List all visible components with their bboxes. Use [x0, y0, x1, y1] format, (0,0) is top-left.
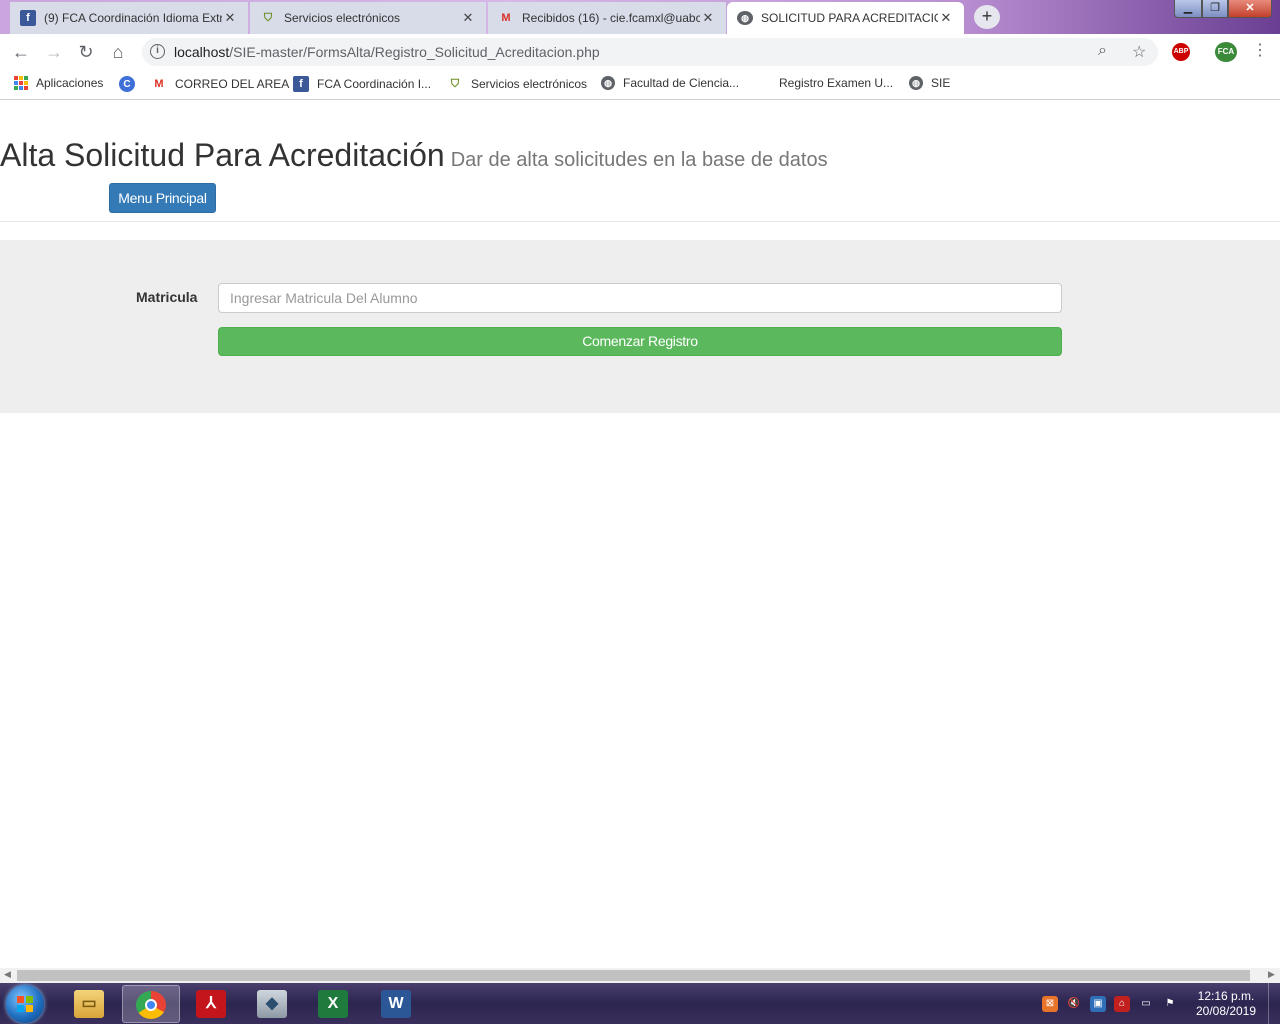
gmail-icon: M: [154, 78, 164, 90]
tab-title: Recibidos (16) - cie.fcamxl@uabc.edu.mx: [522, 11, 700, 25]
forward-arrow-icon[interactable]: →: [42, 40, 66, 64]
browser-menu-icon[interactable]: ⋮: [1252, 40, 1268, 60]
display-tray-icon[interactable]: ▭: [1138, 996, 1154, 1012]
scroll-right-arrow-icon[interactable]: ▶: [1268, 969, 1275, 980]
folder-icon: ▭: [74, 990, 104, 1018]
url-text[interactable]: localhost/SIE-master/FormsAlta/Registro_…: [174, 44, 600, 60]
pdf-icon: ⅄: [196, 990, 226, 1018]
page-title-text: Alta Solicitud Para Acreditación: [0, 137, 445, 173]
browser-tab-strip: f (9) FCA Coordinación Idioma Extranjero…: [0, 0, 1280, 34]
fca-profile-icon[interactable]: FCA: [1215, 42, 1237, 62]
page-header: Alta Solicitud Para Acreditación Dar de a…: [0, 101, 1280, 222]
excel-icon: X: [318, 990, 348, 1018]
bookmark-label: Registro Examen U...: [779, 76, 894, 90]
taskbar-installer[interactable]: ◆: [244, 985, 302, 1023]
chrome-icon: [136, 991, 166, 1019]
bookmark-servicios-electronicos[interactable]: ⛉ Servicios electrónicos: [447, 76, 587, 92]
matricula-input[interactable]: [218, 283, 1062, 313]
network-tray-icon[interactable]: ▣: [1090, 996, 1106, 1012]
tab-solicitud-acreditacion[interactable]: ◍ SOLICITUD PARA ACREDITACION ✕: [727, 2, 964, 34]
taskbar-chrome[interactable]: [122, 985, 180, 1023]
address-bar[interactable]: i localhost/SIE-master/FormsAlta/Registr…: [142, 38, 1158, 66]
star-icon[interactable]: ☆: [1132, 42, 1146, 62]
bookmarks-bar: Aplicaciones C M CORREO DEL AREA f FCA C…: [0, 70, 1280, 100]
clock-time: 12:16 p.m.: [1197, 989, 1255, 1003]
apps-grid-icon: [14, 76, 28, 90]
c-circle-icon: C: [119, 76, 135, 92]
tab-facebook-fca[interactable]: f (9) FCA Coordinación Idioma Extranjero…: [10, 2, 248, 34]
page-subtitle: Dar de alta solicitudes en la base de da…: [450, 149, 828, 171]
facebook-icon: f: [293, 76, 309, 92]
scrollbar-thumb[interactable]: [17, 970, 1250, 981]
system-clock[interactable]: 12:16 p.m. 20/08/2019: [1188, 989, 1264, 1019]
tab-title: (9) FCA Coordinación Idioma Extranjero: [44, 11, 222, 25]
taskbar-word[interactable]: W: [368, 985, 426, 1023]
globe-icon: ◍: [737, 11, 753, 25]
taskbar-acrobat[interactable]: ⅄: [183, 985, 241, 1023]
bookmark-label: CORREO DEL AREA: [175, 77, 290, 91]
info-icon[interactable]: i: [150, 44, 165, 59]
minimize-button[interactable]: ▁: [1174, 0, 1202, 18]
menu-principal-button[interactable]: Menu Principal: [109, 183, 216, 213]
taskbar-explorer[interactable]: ▭: [61, 985, 119, 1023]
taskbar-excel[interactable]: X: [305, 985, 363, 1023]
action-center-flag-icon[interactable]: ⚑: [1162, 996, 1178, 1012]
home-icon[interactable]: ⌂: [106, 40, 130, 64]
bookmark-label: FCA Coordinación I...: [317, 77, 432, 91]
bookmark-label: Servicios electrónicos: [471, 77, 588, 91]
tab-title: Servicios electrónicos: [284, 11, 401, 25]
page-title: Alta Solicitud Para Acreditación Dar de a…: [0, 137, 828, 174]
globe-icon: ◍: [909, 76, 923, 90]
bookmark-sie[interactable]: ◍ SIE: [909, 76, 950, 90]
tab-title: SOLICITUD PARA ACREDITACION: [761, 11, 938, 25]
adblock-extension-icon[interactable]: ABP: [1172, 43, 1190, 61]
back-arrow-icon[interactable]: ←: [9, 40, 33, 64]
reload-icon[interactable]: ↻: [74, 40, 98, 64]
url-path: /SIE-master/FormsAlta/Registro_Solicitud…: [229, 44, 600, 60]
bookmark-fca-coordinacion[interactable]: f FCA Coordinación I...: [293, 76, 431, 92]
antivirus-tray-icon[interactable]: ⌂: [1114, 996, 1130, 1012]
bookmark-c[interactable]: C: [119, 76, 143, 92]
globe-icon: ◍: [601, 76, 615, 90]
clock-date: 20/08/2019: [1195, 1004, 1257, 1018]
scroll-left-arrow-icon[interactable]: ◀: [4, 969, 11, 980]
facebook-icon: f: [20, 10, 36, 26]
bookmark-facultad-de-ciencia[interactable]: ◍ Facultad de Ciencia...: [601, 76, 739, 90]
close-icon[interactable]: ✕: [700, 10, 716, 26]
tab-gmail[interactable]: M Recibidos (16) - cie.fcamxl@uabc.edu.m…: [488, 2, 726, 34]
matricula-label: Matricula: [136, 289, 198, 305]
url-host: localhost: [174, 44, 230, 60]
window-close-button[interactable]: ✕: [1228, 0, 1272, 18]
show-desktop-button[interactable]: [1268, 983, 1280, 1024]
bookmark-label: Facultad de Ciencia...: [623, 76, 740, 90]
windows-logo-icon: [17, 996, 33, 1012]
close-icon[interactable]: ✕: [222, 10, 238, 26]
bookmark-aplicaciones[interactable]: Aplicaciones: [14, 76, 103, 90]
zoom-icon[interactable]: ⌕: [1098, 42, 1107, 60]
registration-form: Matricula Comenzar Registro: [0, 240, 1280, 413]
shield-icon: ⛉: [263, 11, 273, 24]
gmail-icon: M: [501, 12, 511, 24]
installer-icon: ◆: [257, 990, 287, 1018]
windows-taskbar: ▭ ⅄ ◆ X W ⊠ 🔇 ▣ ⌂ ▭ ⚑ 12:16 p.m. 20/08/2…: [0, 983, 1280, 1024]
maximize-button[interactable]: ❐: [1202, 0, 1228, 18]
bookmark-label: Aplicaciones: [36, 76, 104, 90]
new-tab-button[interactable]: +: [974, 5, 1000, 29]
close-icon[interactable]: ✕: [938, 10, 954, 26]
comenzar-registro-button[interactable]: Comenzar Registro: [218, 327, 1062, 356]
word-icon: W: [381, 990, 411, 1018]
close-icon[interactable]: ✕: [460, 10, 476, 26]
bookmark-label: SIE: [931, 76, 951, 90]
browser-toolbar: ← → ↻ ⌂ i localhost/SIE-master/FormsAlta…: [0, 34, 1280, 70]
shield-icon: ⛉: [450, 77, 460, 90]
bookmark-correo-del-area[interactable]: M CORREO DEL AREA: [151, 76, 289, 92]
xampp-tray-icon[interactable]: ⊠: [1042, 996, 1058, 1012]
bookmark-registro-examen[interactable]: Registro Examen U...: [779, 76, 893, 90]
tab-servicios-electronicos[interactable]: ⛉ Servicios electrónicos ✕: [250, 2, 486, 34]
volume-muted-icon[interactable]: 🔇: [1066, 996, 1082, 1012]
horizontal-scrollbar[interactable]: ◀ ▶: [0, 968, 1280, 983]
start-button[interactable]: [6, 985, 44, 1023]
